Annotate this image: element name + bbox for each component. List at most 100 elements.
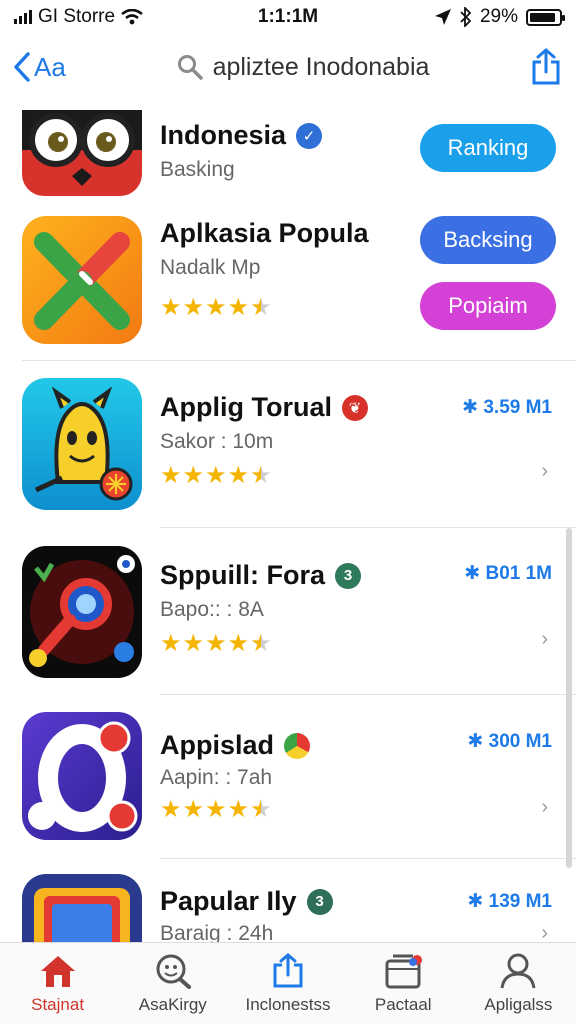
- download-size-text: B01 1M: [485, 563, 552, 584]
- signal-icon: [14, 10, 32, 24]
- backsing-button[interactable]: Backsing: [420, 216, 556, 264]
- app-subtitle: Aapin: : 7ah: [160, 766, 273, 789]
- search-text: apliztee Inodonabia: [212, 52, 430, 81]
- share-button[interactable]: [502, 48, 562, 86]
- owl-face-icon: [22, 110, 142, 196]
- star-glyph-icon: ✱: [462, 397, 484, 418]
- star-icon: ★: [227, 294, 250, 321]
- carrier-label: GI Storre: [38, 6, 116, 27]
- status-badge-icon: 3: [335, 562, 361, 589]
- nav-bar: Aa apliztee Inodonabia: [0, 38, 576, 96]
- status-left: GI Storre: [14, 6, 214, 28]
- star-icon: ★: [250, 796, 272, 823]
- scrollbar[interactable]: [566, 528, 572, 868]
- app-title-text: Applig Torual: [160, 392, 332, 422]
- tab-inclonestss[interactable]: Inclonestss: [230, 943, 345, 1024]
- star-icon: ★: [182, 630, 205, 657]
- chevron-right-icon[interactable]: ›: [541, 628, 548, 651]
- location-arrow-icon: [434, 9, 451, 25]
- tab-label: Inclonestss: [245, 995, 331, 1014]
- tab-asakirgy[interactable]: AsaKirgy: [115, 943, 230, 1024]
- inbox-icon: [385, 954, 423, 989]
- back-button[interactable]: Aa: [14, 52, 104, 83]
- download-size: ✱ 139 M1: [467, 890, 552, 913]
- star-icon: ★: [250, 462, 272, 489]
- rating-stars: ★ ★ ★ ★ ★: [160, 632, 272, 656]
- app-title-text: Aplkasia Popula: [160, 218, 369, 248]
- app-list[interactable]: Indonesia ✓ Basking Ranking Aplkasia Pop…: [0, 100, 576, 942]
- list-item[interactable]: Indonesia ✓ Basking Ranking: [0, 100, 576, 210]
- list-item[interactable]: Aplkasia Popula Nadalk Mp ★ ★ ★ ★ ★ Backsing…: [0, 210, 576, 361]
- download-size: ✱ 3.59 M1: [462, 396, 552, 419]
- app-title-text: Indonesia: [160, 120, 287, 150]
- verified-badge-icon: ✓: [296, 122, 323, 149]
- battery-percent: 29%: [479, 6, 518, 27]
- rating-stars: ★ ★ ★ ★ ★: [160, 464, 272, 488]
- bluetooth-icon: [460, 7, 472, 27]
- tab-bar: Stajnat AsaKirgy Inclonestss Pactaal Apl…: [0, 942, 576, 1024]
- rating-stars: ★ ★ ★ ★ ★: [160, 296, 272, 320]
- star-icon: ★: [227, 796, 250, 823]
- divider: [160, 694, 576, 695]
- app-title-text: Papular Ily: [160, 886, 297, 916]
- share-icon: [532, 48, 560, 85]
- app-title: Papular Ily 3: [160, 886, 333, 917]
- chevron-right-icon[interactable]: ›: [541, 922, 548, 942]
- app-subtitle: Basking: [160, 158, 235, 181]
- chevron-right-icon[interactable]: ›: [541, 796, 548, 819]
- home-icon: [40, 956, 75, 987]
- star-icon: ★: [205, 462, 227, 489]
- status-right: 29%: [362, 6, 565, 28]
- tab-stajnat[interactable]: Stajnat: [0, 943, 115, 1024]
- download-size-text: 139 M1: [488, 891, 552, 912]
- tab-label: Pactaal: [374, 995, 432, 1014]
- status-badge-icon: [284, 732, 311, 759]
- download-size: ✱ 300 M1: [467, 730, 552, 753]
- star-glyph-icon: ✱: [467, 891, 489, 912]
- divider: [160, 527, 576, 528]
- magnifier-game-icon: [22, 546, 142, 678]
- star-icon: ★: [160, 796, 182, 823]
- search-field[interactable]: apliztee Inodonabia: [104, 53, 502, 82]
- app-title: Aplkasia Popula: [160, 218, 369, 249]
- list-item[interactable]: Sppuill: Fora 3 Bapo:: : 8A ★ ★ ★ ★ ★ ✱ B01 …: [0, 540, 576, 710]
- star-icon: ★: [205, 796, 227, 823]
- star-icon: ★: [160, 630, 182, 657]
- person-icon: [500, 953, 536, 989]
- divider: [22, 360, 576, 361]
- tab-label: Apligalss: [484, 995, 553, 1014]
- divider: [160, 858, 576, 859]
- o-letter-icon: [22, 712, 142, 840]
- app-title: Indonesia ✓: [160, 120, 323, 151]
- app-title: Appislad: [160, 730, 311, 761]
- app-subtitle: Baraig : 24h: [160, 922, 274, 942]
- star-glyph-icon: ✱: [467, 731, 489, 752]
- wifi-icon: [121, 9, 143, 25]
- chevron-right-icon[interactable]: ›: [541, 460, 548, 483]
- download-size-text: 300 M1: [488, 731, 552, 752]
- ranking-button[interactable]: Ranking: [420, 124, 556, 172]
- rating-stars: ★ ★ ★ ★ ★: [160, 798, 272, 822]
- star-icon: ★: [182, 462, 205, 489]
- tab-apligalss[interactable]: Apligalss: [461, 943, 576, 1024]
- list-item[interactable]: Papular Ily 3 Baraig : 24h ✱ 139 M1 ›: [0, 870, 576, 942]
- star-icon: ★: [205, 630, 227, 657]
- popiaim-button[interactable]: Popiaim: [420, 282, 556, 330]
- battery-icon: [526, 8, 565, 26]
- star-icon: ★: [250, 630, 272, 657]
- folder-app-icon: [22, 874, 142, 942]
- app-title: Sppuill: Fora 3: [160, 560, 361, 591]
- status-badge-icon: 3: [306, 888, 333, 915]
- star-icon: ★: [182, 294, 205, 321]
- search-icon: [177, 55, 203, 80]
- download-size-text: 3.59 M1: [483, 397, 552, 418]
- search-face-icon: [156, 954, 191, 989]
- tab-pactaal[interactable]: Pactaal: [346, 943, 461, 1024]
- app-title-text: Sppuill: Fora: [160, 560, 325, 590]
- app-subtitle: Sakor : 10m: [160, 430, 274, 453]
- list-item[interactable]: Appislad Aapin: : 7ah ★ ★ ★ ★ ★ ✱ 300 M1 ›: [0, 706, 576, 866]
- list-item[interactable]: Applig Torual ❦ Sakor : 10m ★ ★ ★ ★ ★ ✱ 3.59…: [0, 372, 576, 532]
- app-title-text: Appislad: [160, 730, 275, 760]
- app-title: Applig Torual ❦: [160, 392, 368, 423]
- x-cross-icon: [22, 216, 142, 344]
